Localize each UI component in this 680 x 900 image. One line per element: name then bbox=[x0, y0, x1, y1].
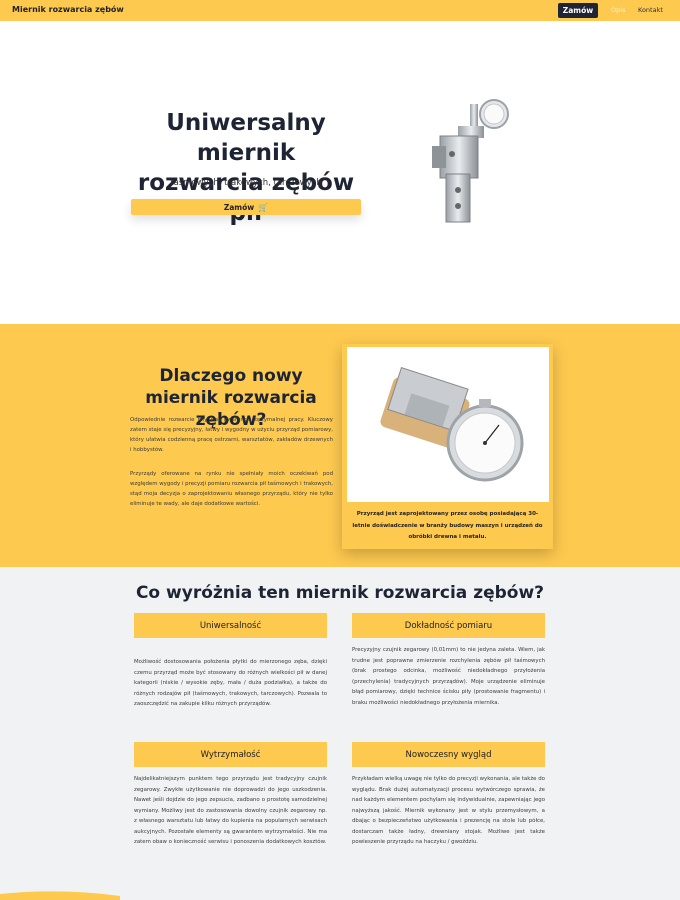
hero-order-label: Zamów bbox=[223, 202, 255, 212]
gauge-photo bbox=[347, 347, 549, 502]
features-title: Co wyróżnia ten miernik rozwarcia zębów? bbox=[135, 583, 545, 603]
nav-order-button[interactable]: Zamów bbox=[558, 3, 598, 18]
why-paragraph: Przyrządy oferowane na rynku nie spełnia… bbox=[130, 471, 333, 507]
feature-title-durability: Wytrzymałość bbox=[134, 742, 327, 767]
nav-link-kontakt[interactable]: Kontakt bbox=[638, 6, 663, 14]
nav-link-opis[interactable]: Opis bbox=[611, 6, 625, 14]
feature-title-modern-look: Nowoczesny wygląd bbox=[352, 742, 545, 767]
brand-logo[interactable]: Miernik rozwarcia zębów bbox=[12, 5, 124, 14]
designer-card: Przyrząd jest zaprojektowany przez osobę… bbox=[342, 344, 553, 549]
feature-text-modern-look: Przykładam wielką uwagę nie tylko do pre… bbox=[352, 776, 545, 845]
feature-text-universality: Możliwość dostosowania położenia płytki … bbox=[134, 659, 327, 707]
hero-subtitle: taśmowych, trakowych, tarczowych bbox=[170, 178, 322, 188]
gauge-product-image bbox=[432, 99, 509, 223]
features-section bbox=[0, 567, 680, 900]
why-paragraph: Odpowiednie rozwarcie piły jest gwarancj… bbox=[130, 417, 333, 453]
why-section bbox=[0, 324, 680, 567]
feature-title-universality: Uniwersalność bbox=[134, 613, 327, 638]
feature-text-durability: Najdelikatniejszym punktem tego przyrząd… bbox=[134, 776, 327, 845]
card-caption: Przyrząd jest zaprojektowany przez osobę… bbox=[352, 511, 543, 540]
feature-text-accuracy: Precyzyjny czujnik zegarowy (0,01mm) to … bbox=[352, 647, 545, 706]
navbar: Miernik rozwarcia zębów Zamów Opis Konta… bbox=[0, 0, 680, 21]
decorative-wave bbox=[0, 891, 120, 900]
cart-icon: 🛒 bbox=[258, 202, 269, 212]
feature-title-accuracy: Dokładność pomiaru bbox=[352, 613, 545, 638]
hero-order-button[interactable]: Zamów 🛒 bbox=[131, 199, 361, 215]
